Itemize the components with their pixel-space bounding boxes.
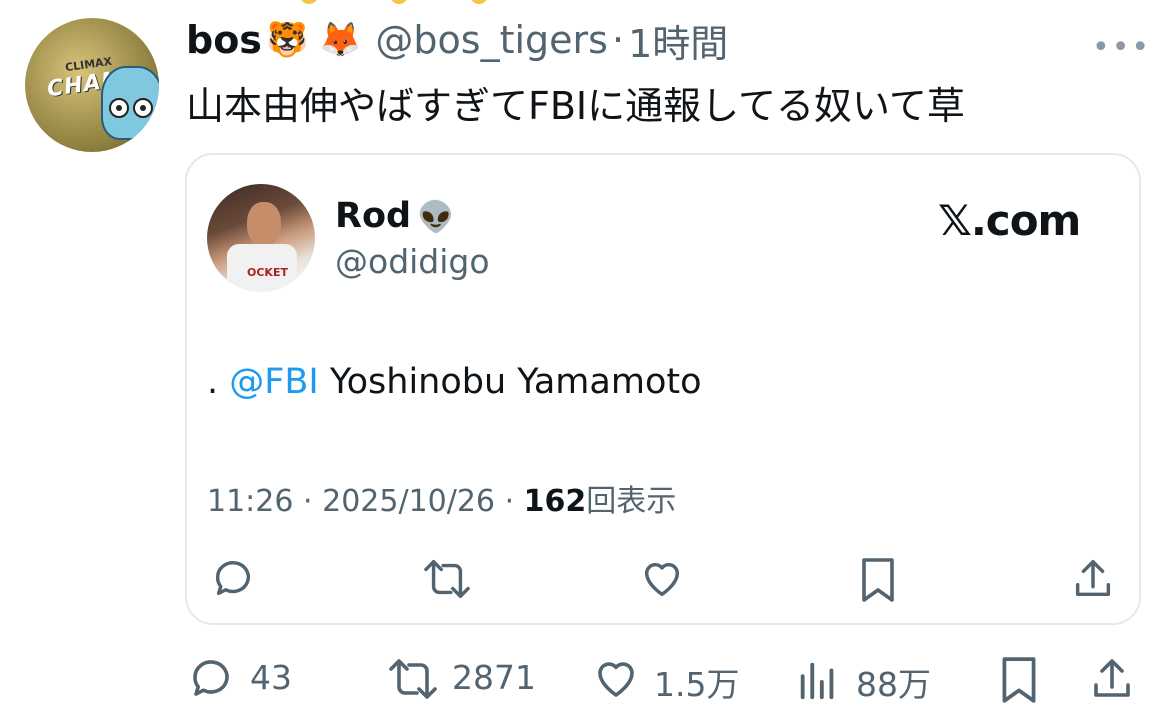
views-count[interactable]: 88万	[856, 658, 931, 706]
quoted-text-prefix: .	[207, 362, 219, 402]
quoted-date: 2025/10/26	[322, 484, 496, 519]
quoted-author-name-row: Rod 👽	[335, 196, 454, 236]
like-icon[interactable]	[590, 655, 642, 703]
retweet-count[interactable]: 2871	[452, 658, 536, 697]
quoted-tweet-text: . @FBI Yoshinobu Yamamoto	[207, 362, 702, 402]
source-logo: 𝕏.com	[938, 196, 1081, 245]
share-icon[interactable]	[1088, 655, 1136, 703]
quoted-view-count: 162	[523, 484, 587, 519]
meta-separator: ·	[303, 484, 313, 519]
retweet-icon[interactable]	[420, 556, 474, 602]
like-icon[interactable]	[638, 556, 686, 602]
tweet-header: bos 🐯 🦊 @bos_tigers · 1時間	[186, 14, 728, 66]
quoted-tweet-meta: 11:26 · 2025/10/26 · 162回表示	[207, 476, 676, 520]
bookmark-icon[interactable]	[858, 556, 898, 604]
quoted-text-body: Yoshinobu Yamamoto	[329, 362, 702, 402]
mention-link[interactable]: @FBI	[229, 362, 318, 402]
avatar-character	[101, 66, 159, 140]
views-icon[interactable]	[796, 657, 840, 703]
tweet-timestamp[interactable]: 1時間	[628, 13, 728, 68]
bookmark-icon[interactable]	[998, 655, 1040, 705]
reply-icon[interactable]	[186, 655, 236, 703]
cropped-previous-content	[300, 0, 640, 6]
avatar-shirt-text: OCKET	[247, 266, 288, 279]
quoted-author-avatar[interactable]: OCKET	[207, 184, 315, 292]
author-name[interactable]: bos	[186, 18, 262, 62]
tweet-text: 山本由伸やばすぎてFBIに通報してる奴いて草	[186, 84, 965, 128]
meta-separator: ·	[504, 484, 515, 519]
header-separator: ·	[611, 18, 625, 62]
more-icon[interactable]: •••	[1092, 30, 1151, 65]
quoted-author-handle[interactable]: @odidigo	[335, 242, 490, 281]
alien-emoji: 👽	[417, 200, 455, 235]
retweet-icon[interactable]	[384, 655, 442, 703]
reply-icon[interactable]	[210, 556, 256, 602]
author-name-emojis: 🐯 🦊	[265, 20, 362, 60]
share-icon[interactable]	[1070, 556, 1116, 602]
quoted-view-label: 回表示	[586, 484, 677, 519]
author-avatar[interactable]: CLIMAX CHAM	[25, 18, 159, 152]
author-handle[interactable]: @bos_tigers	[375, 18, 608, 62]
quoted-time: 11:26	[207, 484, 294, 519]
like-count[interactable]: 1.5万	[654, 658, 739, 706]
quoted-author-name[interactable]: Rod	[335, 196, 411, 236]
reply-count[interactable]: 43	[250, 658, 292, 697]
